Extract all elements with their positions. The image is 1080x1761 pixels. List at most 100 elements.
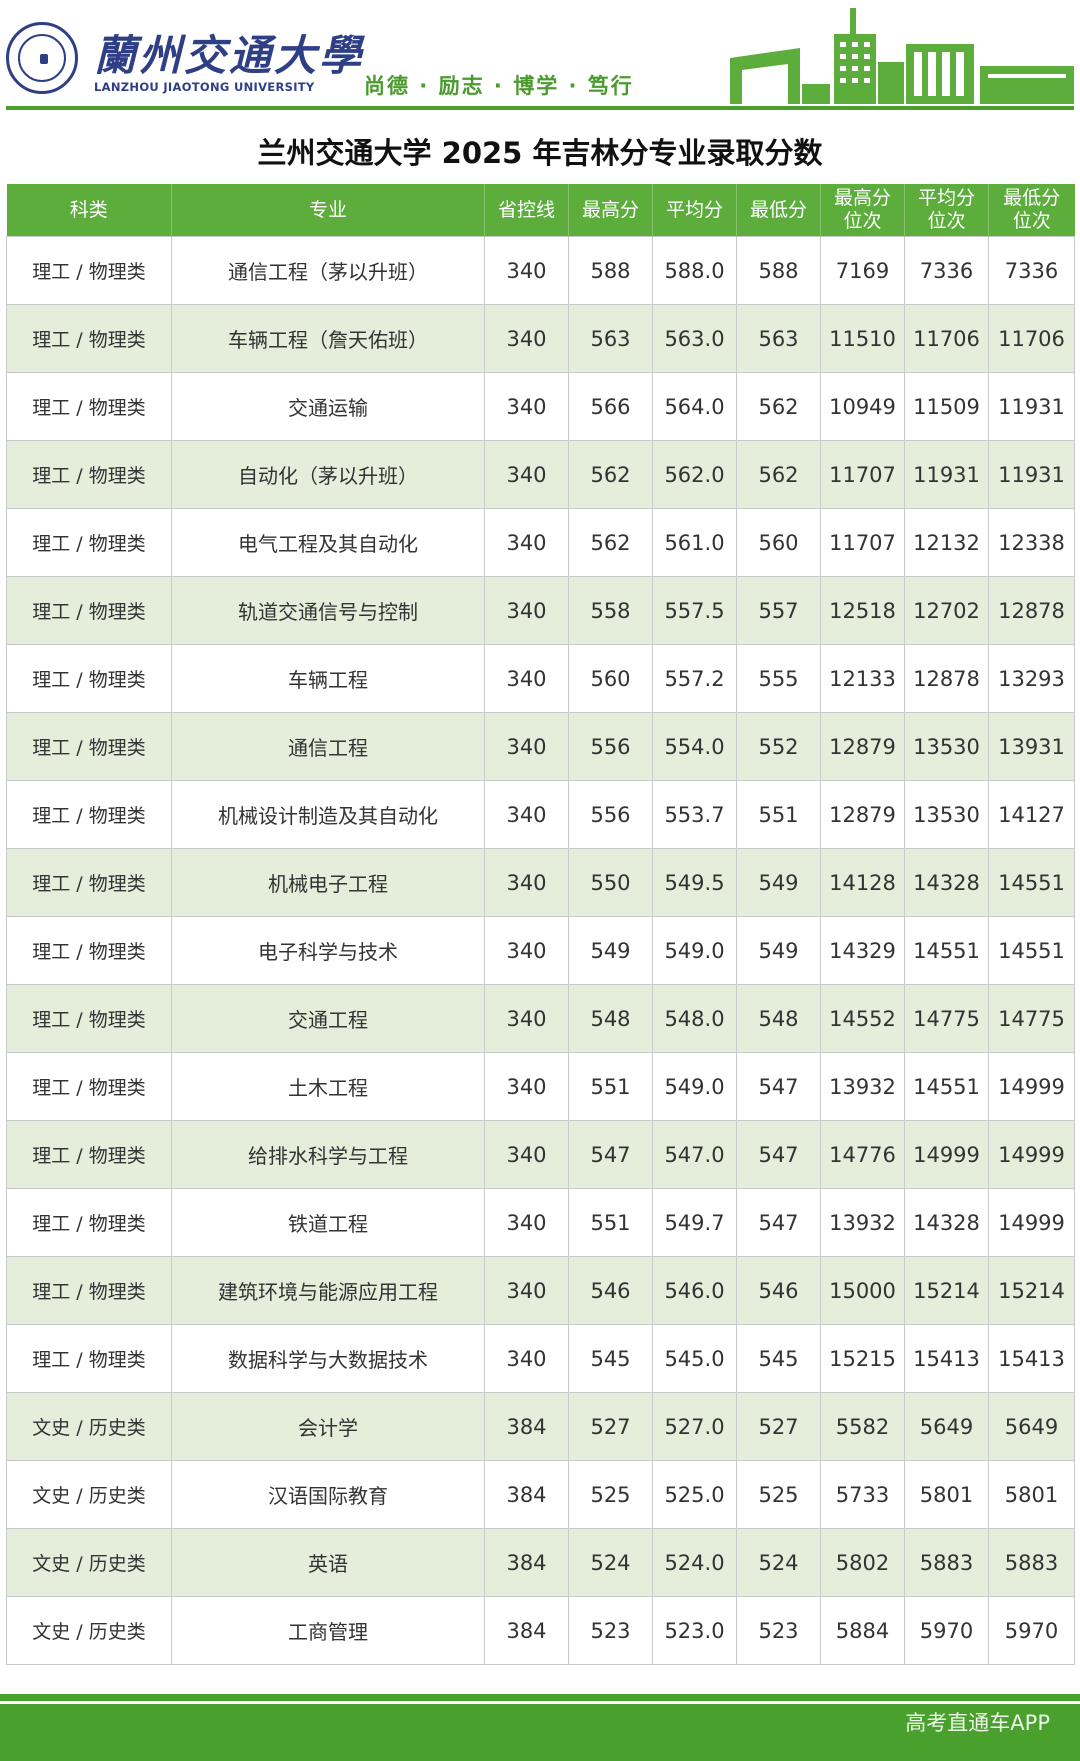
category-cell: 理工 / 物理类 [6,1256,172,1325]
control-line-cell: 340 [484,1188,569,1257]
table-row: 理工 / 物理类 机械电子工程 340 550 549.5 549 14128 14328 14… [6,848,1075,917]
table-row: 文史 / 历史类 工商管理 384 523 523.0 523 5884 5970 5970 [6,1596,1075,1665]
max-rank-cell: 12518 [820,576,905,645]
university-seal-icon [6,22,78,94]
column-header-text: 最低分 [1003,187,1061,209]
major-cell: 数据科学与大数据技术 [171,1324,485,1393]
max-rank-cell: 11707 [820,440,905,509]
table-row: 理工 / 物理类 车辆工程（詹天佑班） 340 563 563.0 563 11510 117… [6,304,1075,373]
major-cell: 土木工程 [171,1052,485,1121]
table-row: 理工 / 物理类 给排水科学与工程 340 547 547.0 547 14776 14999… [6,1120,1075,1189]
min-rank-cell: 5649 [988,1392,1075,1461]
avg-score-cell: 545.0 [652,1324,737,1393]
column-header-text: 位次 [927,210,966,232]
major-cell: 工商管理 [171,1596,485,1665]
control-line-cell: 340 [484,304,569,373]
avg-rank-cell: 7336 [904,236,989,305]
column-header-text: 位次 [1012,210,1051,232]
max-score-cell: 523 [568,1596,653,1665]
avg-rank-cell: 14999 [904,1120,989,1189]
column-header-text: 平均分 [665,198,723,221]
avg-score-cell: 523.0 [652,1596,737,1665]
max-score-cell: 558 [568,576,653,645]
min-rank-cell: 12338 [988,508,1075,577]
table-row: 理工 / 物理类 土木工程 340 551 549.0 547 13932 14551 1499… [6,1052,1075,1121]
avg-score-cell: 588.0 [652,236,737,305]
major-cell: 电气工程及其自动化 [171,508,485,577]
avg-rank-cell: 12878 [904,644,989,713]
column-header: 最低分 位次 [988,184,1075,237]
avg-score-cell: 525.0 [652,1460,737,1529]
avg-score-cell: 547.0 [652,1120,737,1189]
control-line-cell: 340 [484,508,569,577]
avg-rank-cell: 15413 [904,1324,989,1393]
max-score-cell: 562 [568,508,653,577]
max-score-cell: 563 [568,304,653,373]
admission-score-table: 科类 专业 省控线 最高分 平均分 最低分 最高分 位次 平均分 位次 最低分 位次 理工 / 物理类… [6,184,1075,1665]
category-cell: 理工 / 物理类 [6,1188,172,1257]
min-rank-cell: 15214 [988,1256,1075,1325]
avg-score-cell: 554.0 [652,712,737,781]
max-score-cell: 562 [568,440,653,509]
column-header: 平均分 位次 [904,184,989,237]
avg-rank-cell: 15214 [904,1256,989,1325]
avg-score-cell: 549.0 [652,1052,737,1121]
table-row: 理工 / 物理类 交通运输 340 566 564.0 562 10949 11509 1193… [6,372,1075,441]
avg-score-cell: 557.2 [652,644,737,713]
min-score-cell: 551 [736,780,821,849]
major-cell: 建筑环境与能源应用工程 [171,1256,485,1325]
min-score-cell: 527 [736,1392,821,1461]
min-score-cell: 557 [736,576,821,645]
category-cell: 理工 / 物理类 [6,916,172,985]
major-cell: 铁道工程 [171,1188,485,1257]
max-rank-cell: 12879 [820,712,905,781]
avg-rank-cell: 12132 [904,508,989,577]
column-header-text: 专业 [308,198,347,221]
max-score-cell: 525 [568,1460,653,1529]
table-row: 理工 / 物理类 车辆工程 340 560 557.2 555 12133 12878 1329… [6,644,1075,713]
avg-score-cell: 553.7 [652,780,737,849]
column-header: 最低分 [736,184,821,237]
min-rank-cell: 14999 [988,1188,1075,1257]
avg-rank-cell: 5970 [904,1596,989,1665]
column-header: 省控线 [484,184,569,237]
avg-score-cell: 561.0 [652,508,737,577]
control-line-cell: 340 [484,236,569,305]
category-cell: 文史 / 历史类 [6,1392,172,1461]
avg-rank-cell: 5801 [904,1460,989,1529]
max-rank-cell: 5733 [820,1460,905,1529]
min-rank-cell: 5801 [988,1460,1075,1529]
avg-rank-cell: 14551 [904,1052,989,1121]
major-cell: 机械设计制造及其自动化 [171,780,485,849]
page-header: 蘭州交通大學 LANZHOU JIAOTONG UNIVERSITY 尚德 · … [0,0,1080,112]
major-cell: 电子科学与技术 [171,916,485,985]
table-row: 理工 / 物理类 通信工程（茅以升班） 340 588 588.0 588 7169 7336… [6,236,1075,305]
avg-score-cell: 546.0 [652,1256,737,1325]
table-row: 理工 / 物理类 轨道交通信号与控制 340 558 557.5 557 12518 1270… [6,576,1075,645]
max-score-cell: 549 [568,916,653,985]
min-score-cell: 562 [736,372,821,441]
table-row: 理工 / 物理类 自动化（茅以升班） 340 562 562.0 562 11707 1193… [6,440,1075,509]
control-line-cell: 340 [484,780,569,849]
category-cell: 理工 / 物理类 [6,440,172,509]
major-cell: 车辆工程（詹天佑班） [171,304,485,373]
min-score-cell: 552 [736,712,821,781]
max-rank-cell: 7169 [820,236,905,305]
max-score-cell: 527 [568,1392,653,1461]
column-header-text: 最高分 [833,187,891,209]
control-line-cell: 384 [484,1460,569,1529]
max-score-cell: 556 [568,712,653,781]
header-divider [6,106,1074,110]
control-line-cell: 340 [484,1052,569,1121]
page-title: 兰州交通大学 2025 年吉林分专业录取分数 [257,136,823,170]
min-rank-cell: 11706 [988,304,1075,373]
max-rank-cell: 12879 [820,780,905,849]
control-line-cell: 340 [484,1256,569,1325]
min-score-cell: 560 [736,508,821,577]
max-rank-cell: 14329 [820,916,905,985]
category-cell: 理工 / 物理类 [6,780,172,849]
control-line-cell: 340 [484,440,569,509]
min-score-cell: 549 [736,848,821,917]
avg-score-cell: 527.0 [652,1392,737,1461]
avg-rank-cell: 13530 [904,712,989,781]
